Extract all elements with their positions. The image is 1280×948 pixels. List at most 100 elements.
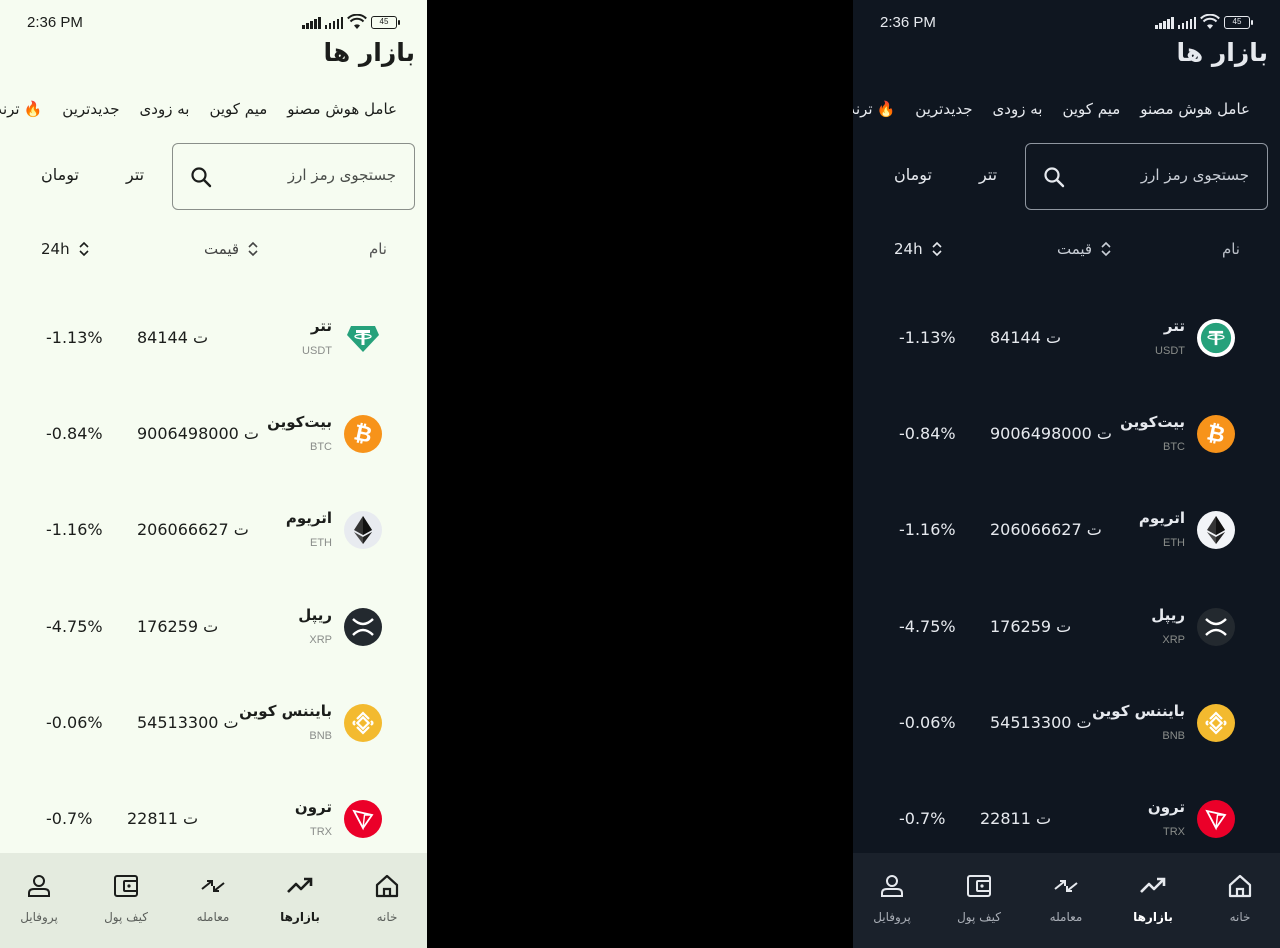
nav-profile[interactable]: پروفایل (4, 871, 74, 924)
coin-symbol: USDT (1155, 345, 1185, 357)
coin-row-eth[interactable]: اتریوم ETH ت 206066627 -1.16% (853, 509, 1280, 607)
chip-newest[interactable]: جدیدترین (62, 100, 119, 118)
coin-name: تتر (1163, 317, 1185, 335)
coin-symbol: BNB (1162, 730, 1185, 742)
tab-tether[interactable]: تتر (126, 165, 144, 184)
nav-label: پروفایل (20, 910, 58, 924)
nav-trade[interactable]: معامله (1031, 871, 1101, 924)
coin-price: ت 54513300 (137, 713, 239, 732)
coin-change: -0.84% (899, 424, 956, 443)
fire-icon: 🔥 (876, 100, 896, 118)
tab-toman[interactable]: تومان (894, 165, 932, 184)
nav-label: معامله (196, 910, 230, 924)
sort-icon (248, 241, 258, 257)
search-placeholder: جستجوی رمز ارز (287, 166, 396, 184)
search-placeholder: جستجوی رمز ارز (1140, 166, 1249, 184)
status-icons: 45 (1155, 14, 1253, 30)
nav-label: معامله (1049, 910, 1083, 924)
coin-row-xrp[interactable]: ریپل XRP ت 176259 -4.75% (0, 606, 427, 704)
column-label: 24h (41, 240, 70, 258)
coin-row-usdt[interactable]: تتر USDT ت 84144 -1.13% (853, 317, 1280, 415)
coin-row-btc[interactable]: ₿ بیت‌کوین BTC ت 9006498000 -0.84% (853, 413, 1280, 511)
coin-symbol: TRX (310, 826, 332, 838)
ripple-logo-icon (1197, 608, 1235, 646)
user-icon (28, 875, 50, 897)
category-chips: 🔥ترند جدیدترین به زودی میم کوین عامل هوش… (853, 100, 1250, 118)
column-header-change[interactable]: 24h (894, 240, 943, 258)
screenshot-stage: 2:36 PM 45 بازار ها 🔥ترند جدیدترین به زو… (0, 0, 1280, 948)
nav-profile[interactable]: پروفایل (857, 871, 927, 924)
coin-name: تتر (310, 317, 332, 335)
coin-name: اتریوم (1138, 509, 1185, 527)
tab-tether[interactable]: تتر (979, 165, 997, 184)
trending-up-icon (1140, 877, 1166, 893)
nav-trade[interactable]: معامله (178, 871, 248, 924)
chip-meme-coin[interactable]: میم کوین (209, 100, 267, 118)
coin-name: بیت‌کوین (1120, 413, 1185, 431)
nav-label: خانه (376, 910, 398, 924)
coin-change: -0.7% (899, 809, 946, 828)
nav-markets[interactable]: بازارها (265, 871, 335, 924)
nav-home[interactable]: خانه (352, 871, 422, 924)
search-input[interactable]: جستجوی رمز ارز (172, 143, 415, 210)
bottom-nav: خانه بازارها معامله کیف پول پروفایل (0, 853, 427, 948)
swap-arrows-icon (1054, 880, 1078, 892)
tab-toman[interactable]: تومان (41, 165, 79, 184)
chip-newest[interactable]: جدیدترین (915, 100, 972, 118)
ethereum-logo-icon (1197, 511, 1235, 549)
ripple-logo-icon (344, 608, 382, 646)
nav-label: کیف پول (104, 910, 148, 924)
nav-wallet[interactable]: کیف پول (944, 871, 1014, 924)
chip-trend[interactable]: 🔥ترند (0, 100, 42, 118)
coin-symbol: BNB (309, 730, 332, 742)
column-header-price[interactable]: قیمت (204, 240, 259, 258)
chip-ai-agent[interactable]: عامل هوش مصنو (287, 100, 397, 118)
coin-price: ت 9006498000 (990, 424, 1112, 443)
chip-ai-agent[interactable]: عامل هوش مصنو (1140, 100, 1250, 118)
chip-label: میم کوین (1062, 100, 1121, 118)
coin-change: -0.06% (46, 713, 103, 732)
sort-icon (932, 241, 942, 257)
nav-wallet[interactable]: کیف پول (91, 871, 161, 924)
search-input[interactable]: جستجوی رمز ارز (1025, 143, 1268, 210)
nav-markets[interactable]: بازارها (1118, 871, 1188, 924)
nav-label: کیف پول (957, 910, 1001, 924)
signal-icon (324, 15, 343, 29)
phone-light-theme: 2:36 PM 45 بازار ها 🔥ترند جدیدترین به زو… (0, 0, 427, 948)
coin-symbol: XRP (1162, 634, 1185, 646)
coin-price: ت 206066627 (137, 520, 249, 539)
column-label: قیمت (204, 240, 240, 258)
coin-price: ت 84144 (137, 328, 209, 347)
coin-price: ت 84144 (990, 328, 1062, 347)
bnb-logo-icon (344, 704, 382, 742)
coin-row-usdt[interactable]: تتر USDT ت 84144 -1.13% (0, 317, 427, 415)
coin-price: ت 22811 (980, 809, 1052, 828)
chip-coming-soon[interactable]: به زودی (140, 100, 190, 118)
coin-row-bnb[interactable]: بایننس کوین BNB ت 54513300 -0.06% (0, 702, 427, 800)
column-header-name: نام (1221, 240, 1240, 258)
coin-change: -1.16% (899, 520, 956, 539)
coin-name: ترون (294, 798, 332, 816)
chip-coming-soon[interactable]: به زودی (993, 100, 1043, 118)
coin-symbol: ETH (310, 537, 332, 549)
coin-row-bnb[interactable]: بایننس کوین BNB ت 54513300 -0.06% (853, 702, 1280, 800)
coin-price: ت 54513300 (990, 713, 1092, 732)
coin-row-xrp[interactable]: ریپل XRP ت 176259 -4.75% (853, 606, 1280, 704)
chip-label: جدیدترین (915, 100, 973, 118)
coin-row-btc[interactable]: ₿ بیت‌کوین BTC ت 9006498000 -0.84% (0, 413, 427, 511)
chip-meme-coin[interactable]: میم کوین (1062, 100, 1120, 118)
trending-up-icon (287, 877, 313, 893)
column-header-change[interactable]: 24h (41, 240, 90, 258)
search-icon (191, 167, 212, 188)
fire-icon: 🔥 (23, 100, 43, 118)
column-header-price[interactable]: قیمت (1057, 240, 1112, 258)
battery-icon: 45 (1224, 15, 1253, 29)
chip-label: عامل هوش مصنو (287, 100, 397, 118)
nav-home[interactable]: خانه (1205, 871, 1275, 924)
coin-change: -4.75% (899, 617, 956, 636)
coin-row-eth[interactable]: اتریوم ETH ت 206066627 -1.16% (0, 509, 427, 607)
coin-name: ترون (1147, 798, 1185, 816)
chip-trend[interactable]: 🔥ترند (853, 100, 895, 118)
bottom-nav: خانه بازارها معامله کیف پول پروفایل (853, 853, 1280, 948)
coin-name: ریپل (1151, 606, 1185, 624)
